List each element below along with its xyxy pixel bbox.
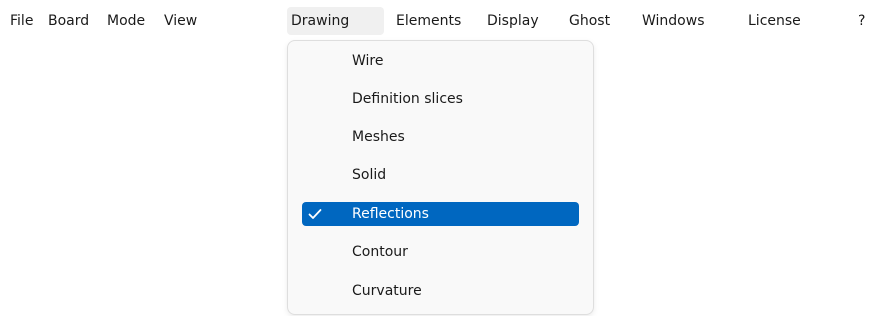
menu-ghost[interactable]: Ghost: [565, 7, 614, 35]
menu-item-definition-slices[interactable]: Definition slices: [302, 87, 579, 111]
menu-item-curvature[interactable]: Curvature: [302, 279, 579, 303]
menu-item-solid[interactable]: Solid: [302, 163, 579, 187]
drawing-dropdown-menu: Wire Definition slices Meshes Solid Refl…: [287, 40, 594, 315]
menu-item-label: Wire: [352, 53, 384, 69]
menu-drawing[interactable]: Drawing: [287, 7, 384, 35]
menu-license[interactable]: License: [744, 7, 805, 35]
menu-item-label: Contour: [352, 244, 408, 260]
menu-view[interactable]: View: [160, 7, 201, 35]
menu-item-reflections[interactable]: Reflections: [302, 202, 579, 226]
menu-windows[interactable]: Windows: [638, 7, 709, 35]
menu-item-wire[interactable]: Wire: [302, 49, 579, 73]
menu-item-label: Solid: [352, 167, 387, 183]
menu-display[interactable]: Display: [483, 7, 543, 35]
menu-file[interactable]: File: [6, 7, 37, 35]
menu-board[interactable]: Board: [44, 7, 93, 35]
menu-item-label: Reflections: [352, 206, 429, 222]
menu-item-label: Curvature: [352, 283, 422, 299]
menu-bar: File Board Mode View Drawing Elements Di…: [0, 0, 889, 40]
menu-item-meshes[interactable]: Meshes: [302, 125, 579, 149]
menu-item-contour[interactable]: Contour: [302, 240, 579, 264]
checkmark-icon: [308, 209, 322, 219]
menu-help[interactable]: ?: [854, 7, 869, 35]
menu-item-label: Meshes: [352, 129, 405, 145]
menu-mode[interactable]: Mode: [103, 7, 149, 35]
menu-elements[interactable]: Elements: [392, 7, 465, 35]
menu-item-label: Definition slices: [352, 91, 463, 107]
